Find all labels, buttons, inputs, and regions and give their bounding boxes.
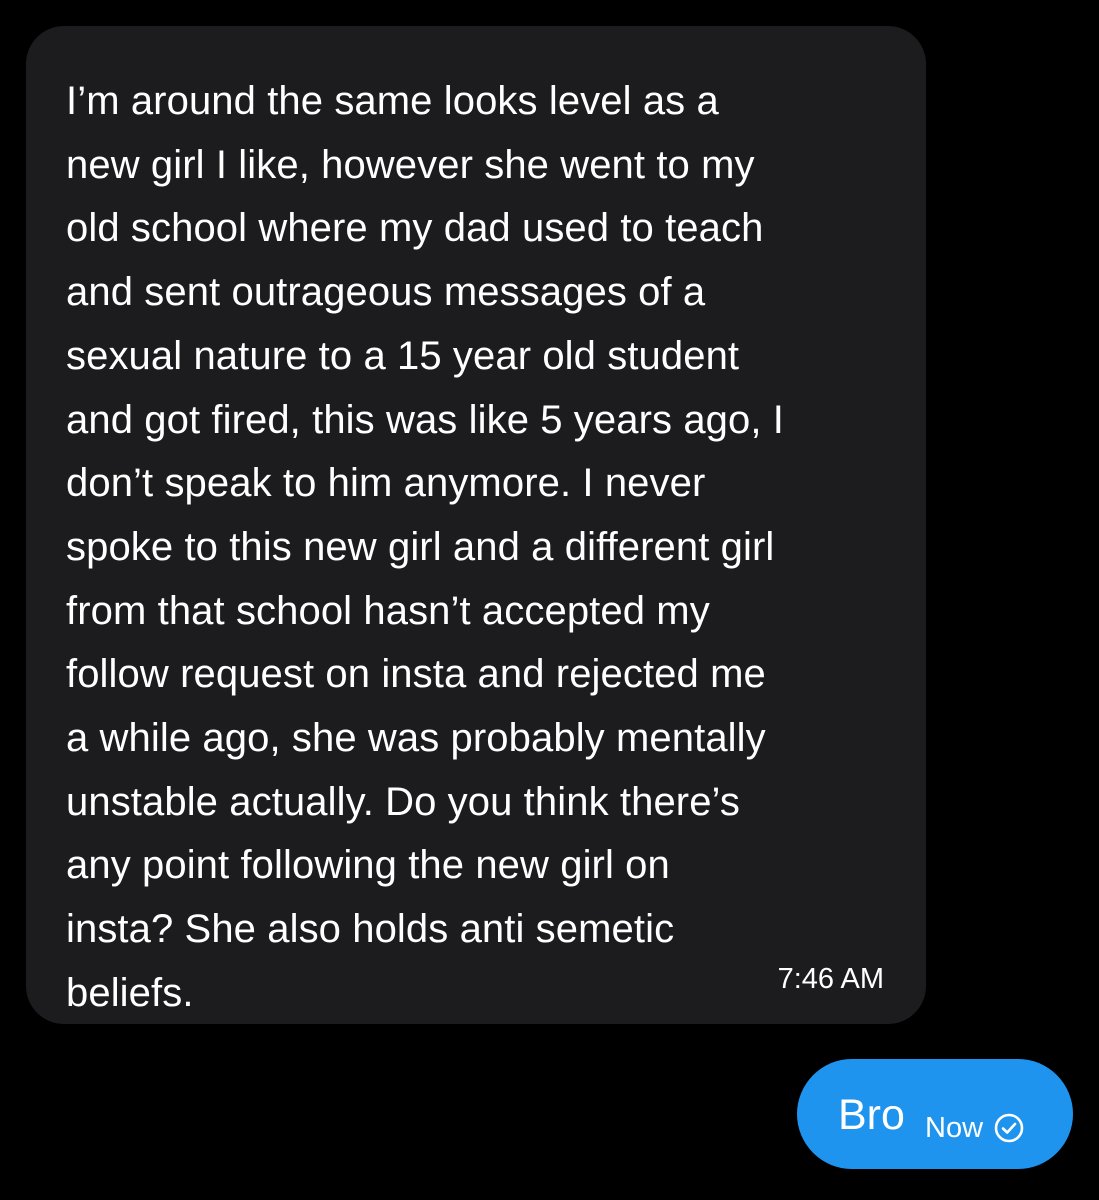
incoming-message-timestamp: 7:46 AM bbox=[777, 963, 884, 995]
incoming-message-text: I’m around the same looks level as a new… bbox=[66, 79, 785, 1015]
incoming-message-bubble[interactable]: I’m around the same looks level as a new… bbox=[26, 26, 926, 1024]
outgoing-message-meta: Now bbox=[925, 1112, 1025, 1144]
outgoing-message-timestamp: Now bbox=[925, 1112, 984, 1144]
outgoing-message-text: Bro bbox=[838, 1091, 905, 1139]
read-check-icon bbox=[993, 1112, 1025, 1144]
outgoing-message-bubble[interactable]: Bro Now bbox=[797, 1059, 1073, 1169]
message-thread: I’m around the same looks level as a new… bbox=[0, 0, 1099, 1200]
